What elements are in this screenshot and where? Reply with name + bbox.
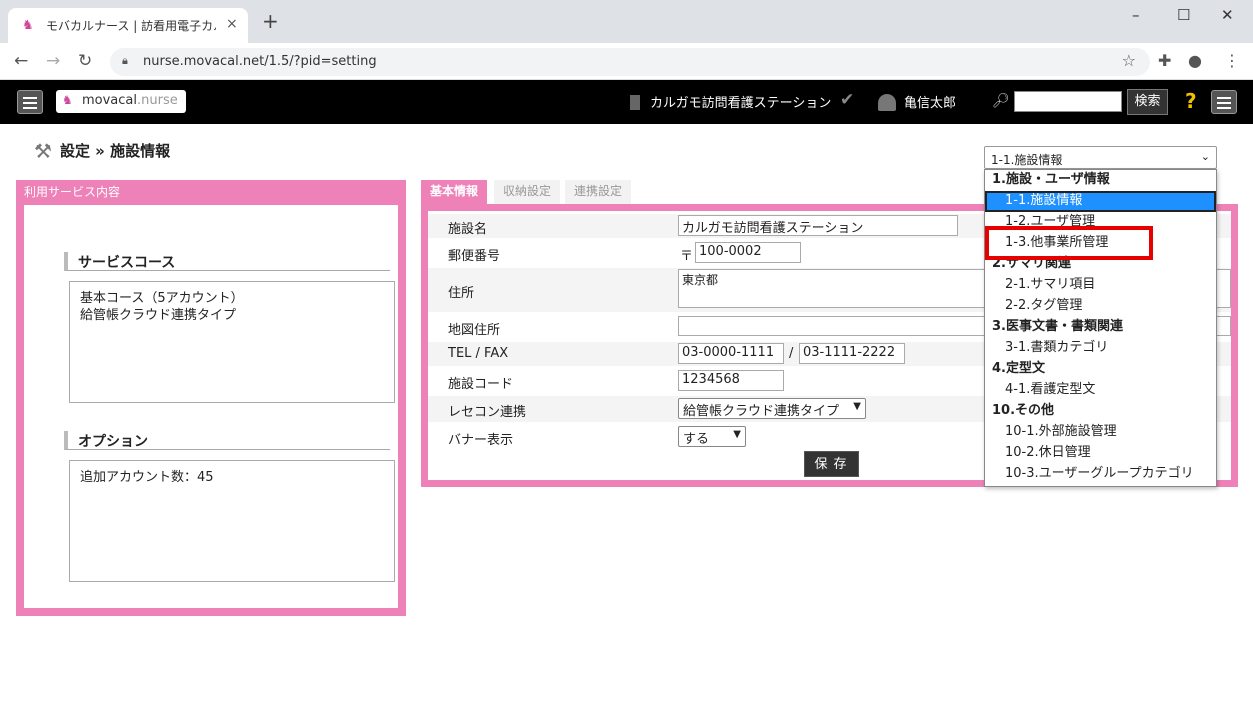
logo-mark-icon: ♞ xyxy=(62,93,73,107)
service-course-heading: サービスコース xyxy=(64,252,390,271)
option-heading: オプション xyxy=(64,431,390,450)
option-group: 3.医事文書・書類関連 xyxy=(992,319,1123,334)
close-window-icon[interactable]: ✕ xyxy=(1221,6,1234,24)
minimize-icon[interactable]: – xyxy=(1132,6,1140,24)
app-header: ♞ movacal.nurse カルガモ訪問看護ステーション ✔ 亀信太郎 🔎︎… xyxy=(0,80,1253,124)
tab-basic-info[interactable]: 基本情報 xyxy=(421,180,488,205)
postal-mark: 〒 xyxy=(680,249,694,264)
banner-select-value: する xyxy=(683,432,710,447)
option-group: 4.定型文 xyxy=(992,361,1045,376)
user-name: 亀信太郎 xyxy=(904,96,957,111)
page-title-text: 設定 » 施設情報 xyxy=(59,142,171,160)
banner-label: バナー表示 xyxy=(448,433,514,448)
settings-page-select-value: 1-1.施設情報 xyxy=(991,153,1063,167)
building-icon xyxy=(630,95,640,110)
option-tag-management[interactable]: 2-2.タグ管理 xyxy=(985,296,1216,317)
service-panel-header: 利用サービス内容 xyxy=(24,185,121,199)
address-bar[interactable]: 🔒︎ nurse.movacal.net/1.5/?pid=setting ☆ xyxy=(110,48,1150,76)
lock-icon: 🔒︎ xyxy=(122,54,128,67)
station-selector[interactable]: カルガモ訪問看護ステーション xyxy=(630,92,831,111)
service-course-line: 給管帳クラウド連携タイプ xyxy=(80,308,237,323)
postal-label: 郵便番号 xyxy=(448,249,501,264)
postal-input[interactable]: 100-0002 xyxy=(695,242,801,263)
settings-page-select[interactable]: 1-1.施設情報 ⌄ xyxy=(984,146,1217,169)
banner-select[interactable]: する ▼ xyxy=(678,426,746,447)
option-holiday-management[interactable]: 10-2.休日管理 xyxy=(985,443,1216,464)
address-label: 住所 xyxy=(448,286,475,301)
fax-input[interactable]: 03-1111-2222 xyxy=(799,343,905,364)
tab-title: モバカルナース | 訪看用電子カルテ xyxy=(46,19,216,33)
logo-text: movacal xyxy=(82,93,138,108)
save-button[interactable]: 保存 xyxy=(804,451,859,477)
reload-icon[interactable]: ↻ xyxy=(78,51,92,71)
receipt-select-value: 給管帳クラウド連携タイプ xyxy=(683,404,840,419)
tab-integration[interactable]: 連携設定 xyxy=(565,180,632,205)
chevron-down-icon: ⌄ xyxy=(1200,150,1210,163)
option-document-category[interactable]: 3-1.書類カテゴリ xyxy=(985,338,1216,359)
user-icon xyxy=(878,94,896,111)
browser-tab[interactable]: ♞ モバカルナース | 訪看用電子カルテ × xyxy=(8,8,248,43)
profile-icon[interactable]: ● xyxy=(1188,51,1202,70)
option-line: 追加アカウント数：45 xyxy=(80,470,214,485)
service-panel-body: サービスコース 基本コース（5アカウント） 給管帳クラウド連携タイプ オプション… xyxy=(24,205,398,608)
bookmark-star-icon[interactable]: ☆ xyxy=(1122,51,1136,70)
service-panel: 利用サービス内容 サービスコース 基本コース（5アカウント） 給管帳クラウド連携… xyxy=(16,180,406,616)
right-menu-icon[interactable] xyxy=(1211,90,1237,114)
forward-icon[interactable]: → xyxy=(46,51,60,71)
chevron-down-icon: ▼ xyxy=(733,429,741,440)
facility-code-input[interactable]: 1234568 xyxy=(678,370,784,391)
facility-code-label: 施設コード xyxy=(448,377,514,392)
help-icon[interactable]: ? xyxy=(1185,89,1197,113)
option-facility-info[interactable]: 1-1.施設情報 xyxy=(985,191,1216,212)
tab-close-icon[interactable]: × xyxy=(226,16,238,32)
option-external-facility[interactable]: 10-1.外部施設管理 xyxy=(985,422,1216,443)
service-course-box: 基本コース（5アカウント） 給管帳クラウド連携タイプ xyxy=(69,281,395,403)
facility-name-label: 施設名 xyxy=(448,222,488,237)
option-user-group-category[interactable]: 10-3.ユーザーグループカテゴリ xyxy=(985,464,1216,485)
receipt-select[interactable]: 給管帳クラウド連携タイプ ▼ xyxy=(678,398,866,419)
left-menu-icon[interactable] xyxy=(17,90,43,114)
page-title: ⚒ 設定 » 施設情報 xyxy=(34,139,170,163)
tel-fax-separator: / xyxy=(789,346,794,361)
logo-suffix: .nurse xyxy=(137,93,178,108)
search-input[interactable] xyxy=(1014,91,1122,112)
service-course-line: 基本コース（5アカウント） xyxy=(80,291,244,306)
search-button[interactable]: 検索 xyxy=(1127,89,1168,115)
facility-name-input[interactable]: カルガモ訪問看護ステーション xyxy=(678,215,958,236)
settings-tools-icon: ⚒ xyxy=(34,139,52,163)
movacal-logo[interactable]: ♞ movacal.nurse xyxy=(56,90,186,113)
chevron-down-icon: ▼ xyxy=(853,401,861,412)
highlight-annotation-box xyxy=(985,226,1153,260)
option-summary-items[interactable]: 2-1.サマリ項目 xyxy=(985,275,1216,296)
option-nursing-templates[interactable]: 4-1.看護定型文 xyxy=(985,380,1216,401)
browser-menu-icon[interactable]: ⋮ xyxy=(1224,51,1240,70)
check-icon[interactable]: ✔ xyxy=(840,90,854,110)
receipt-label: レセコン連携 xyxy=(448,405,527,420)
tab-billing[interactable]: 収納設定 xyxy=(494,180,561,205)
tel-input[interactable]: 03-0000-1111 xyxy=(678,343,784,364)
option-box: 追加アカウント数：45 xyxy=(69,460,395,582)
back-icon[interactable]: ← xyxy=(14,51,28,71)
search-icon: 🔎︎ xyxy=(992,93,1010,109)
station-name: カルガモ訪問看護ステーション xyxy=(650,96,832,111)
url-text: nurse.movacal.net/1.5/?pid=setting xyxy=(143,54,377,69)
new-tab-button[interactable]: + xyxy=(262,11,279,31)
map-address-label: 地図住所 xyxy=(448,323,501,338)
option-group: 1.施設・ユーザ情報 xyxy=(992,172,1110,187)
browser-tabbar: ♞ モバカルナース | 訪看用電子カルテ × + – ☐ ✕ xyxy=(0,0,1253,43)
user-menu[interactable]: 亀信太郎 xyxy=(878,92,956,111)
maximize-icon[interactable]: ☐ xyxy=(1177,6,1190,24)
tel-fax-label: TEL / FAX xyxy=(448,346,509,361)
extensions-icon[interactable]: ✚ xyxy=(1158,51,1171,70)
browser-toolbar: ← → ↻ 🔒︎ nurse.movacal.net/1.5/?pid=sett… xyxy=(0,43,1253,80)
settings-page-options: 1.施設・ユーザ情報 1-1.施設情報 1-2.ユーザ管理 1-3.他事業所管理… xyxy=(984,169,1217,487)
option-group: 10.その他 xyxy=(992,403,1055,418)
movacal-favicon-icon: ♞ xyxy=(22,18,34,33)
